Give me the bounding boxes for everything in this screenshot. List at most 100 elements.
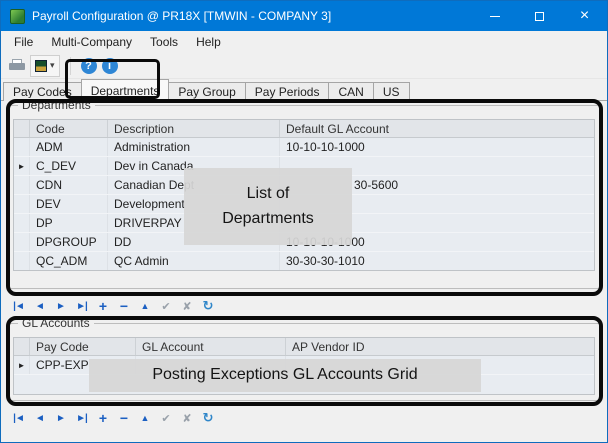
- last-record-icon: ►|: [76, 301, 87, 312]
- nav-next-button[interactable]: ►: [51, 409, 70, 427]
- cell-code: ADM: [30, 138, 108, 156]
- prior-record-icon: ◄: [35, 301, 44, 312]
- tab-us[interactable]: US: [373, 82, 410, 101]
- nav-prior-button[interactable]: ◄: [30, 297, 49, 315]
- nav-next-button[interactable]: ►: [51, 297, 70, 315]
- nav-post-button[interactable]: ✔: [156, 409, 175, 427]
- insert-record-icon: +: [99, 298, 106, 314]
- gl-accounts-overlay-label: Posting Exceptions GL Accounts Grid: [89, 359, 481, 392]
- refresh-icon: ↻: [203, 298, 213, 314]
- row-indicator: [14, 252, 30, 270]
- overlay-text-line1: List of: [247, 182, 290, 207]
- close-button[interactable]: ×: [562, 1, 607, 31]
- cell-gl: 30-30-30-1010: [280, 252, 594, 270]
- tab-pay-periods[interactable]: Pay Periods: [245, 82, 330, 101]
- departments-grid-header: Code Description Default GL Account: [14, 120, 594, 138]
- nav-cancel-button[interactable]: ✘: [177, 409, 196, 427]
- nav-delete-button[interactable]: −: [114, 297, 133, 315]
- row-indicator: [14, 233, 30, 251]
- maximize-icon: [535, 12, 544, 21]
- row-indicator: [14, 138, 30, 156]
- gl-accounts-db-navigator: |◄ ◄ ► ►| + − ▲ ✔ ✘ ↻: [9, 409, 217, 427]
- company-dropdown-button[interactable]: ▾: [30, 55, 60, 77]
- nav-last-button[interactable]: ►|: [72, 297, 91, 315]
- nav-refresh-button[interactable]: ↻: [198, 297, 217, 315]
- menu-tools[interactable]: Tools: [141, 32, 187, 52]
- table-row[interactable]: QC_ADM QC Admin 30-30-30-1010: [14, 252, 594, 271]
- tabstrip: Pay Codes Departments Pay Group Pay Peri…: [1, 79, 607, 101]
- selected-row-marker-icon: ►: [14, 356, 30, 374]
- tab-pay-group[interactable]: Pay Group: [168, 82, 245, 101]
- cancel-edit-icon: ✘: [182, 300, 190, 313]
- print-button[interactable]: [6, 55, 28, 77]
- menubar: File Multi-Company Tools Help: [1, 31, 607, 53]
- nav-post-button[interactable]: ✔: [156, 297, 175, 315]
- indicator-column-header: [14, 338, 30, 355]
- cell-code: DP: [30, 214, 108, 232]
- insert-record-icon: +: [99, 410, 106, 426]
- nav-edit-button[interactable]: ▲: [135, 409, 154, 427]
- cancel-edit-icon: ✘: [182, 412, 190, 425]
- minimize-button[interactable]: [472, 1, 517, 31]
- column-header-pay-code: Pay Code: [30, 338, 136, 355]
- cell-code: CDN: [30, 176, 108, 194]
- tab-departments[interactable]: Departments: [81, 79, 170, 101]
- nav-last-button[interactable]: ►|: [72, 409, 91, 427]
- row-indicator: [14, 214, 30, 232]
- nav-insert-button[interactable]: +: [93, 409, 112, 427]
- nav-cancel-button[interactable]: ✘: [177, 297, 196, 315]
- menu-file[interactable]: File: [5, 32, 42, 52]
- nav-first-button[interactable]: |◄: [9, 297, 28, 315]
- window-controls: ×: [472, 1, 607, 31]
- column-header-code: Code: [30, 120, 108, 137]
- edit-record-icon: ▲: [141, 301, 149, 311]
- cell-description: QC Admin: [108, 252, 280, 270]
- column-header-ap-vendor-id: AP Vendor ID: [286, 338, 594, 355]
- overlay-text: Posting Exceptions GL Accounts Grid: [152, 363, 417, 388]
- edit-record-icon: ▲: [141, 413, 149, 423]
- delete-record-icon: −: [120, 298, 127, 314]
- window-title: Payroll Configuration @ PR18X [TMWIN - C…: [32, 9, 331, 23]
- gl-accounts-grid-header: Pay Code GL Account AP Vendor ID: [14, 338, 594, 356]
- table-row[interactable]: ADM Administration 10-10-10-1000: [14, 138, 594, 157]
- cell-code: QC_ADM: [30, 252, 108, 270]
- print-icon: [9, 59, 25, 72]
- menu-multi-company[interactable]: Multi-Company: [42, 32, 141, 52]
- first-record-icon: |◄: [13, 413, 24, 424]
- menu-help[interactable]: Help: [187, 32, 230, 52]
- nav-insert-button[interactable]: +: [93, 297, 112, 315]
- cell-code: DEV: [30, 195, 108, 213]
- indicator-column-header: [14, 120, 30, 137]
- nav-first-button[interactable]: |◄: [9, 409, 28, 427]
- delete-record-icon: −: [120, 410, 127, 426]
- column-header-description: Description: [108, 120, 280, 137]
- post-edit-icon: ✔: [161, 412, 169, 425]
- column-header-gl-account: GL Account: [136, 338, 286, 355]
- nav-delete-button[interactable]: −: [114, 409, 133, 427]
- chevron-down-icon: ▾: [50, 60, 55, 71]
- cell-description: Administration: [108, 138, 280, 156]
- selected-row-marker-icon: ►: [14, 157, 30, 175]
- row-indicator: [14, 176, 30, 194]
- departments-overlay-label: List of Departments: [184, 168, 352, 245]
- first-record-icon: |◄: [13, 301, 24, 312]
- post-edit-icon: ✔: [161, 300, 169, 313]
- minimize-icon: [490, 16, 500, 17]
- company-icon: [35, 60, 47, 72]
- info-icon: i: [108, 60, 111, 72]
- info-button[interactable]: i: [102, 58, 118, 74]
- row-indicator: [14, 195, 30, 213]
- tab-can[interactable]: CAN: [328, 82, 373, 101]
- last-record-icon: ►|: [76, 413, 87, 424]
- overlay-text-line2: Departments: [222, 207, 314, 232]
- refresh-icon: ↻: [203, 410, 213, 426]
- help-button[interactable]: ?: [81, 58, 97, 74]
- column-header-default-gl: Default GL Account: [280, 120, 594, 137]
- help-icon: ?: [85, 60, 92, 72]
- app-icon: [10, 9, 25, 24]
- close-icon: ×: [580, 8, 589, 24]
- nav-prior-button[interactable]: ◄: [30, 409, 49, 427]
- nav-refresh-button[interactable]: ↻: [198, 409, 217, 427]
- maximize-button[interactable]: [517, 1, 562, 31]
- nav-edit-button[interactable]: ▲: [135, 297, 154, 315]
